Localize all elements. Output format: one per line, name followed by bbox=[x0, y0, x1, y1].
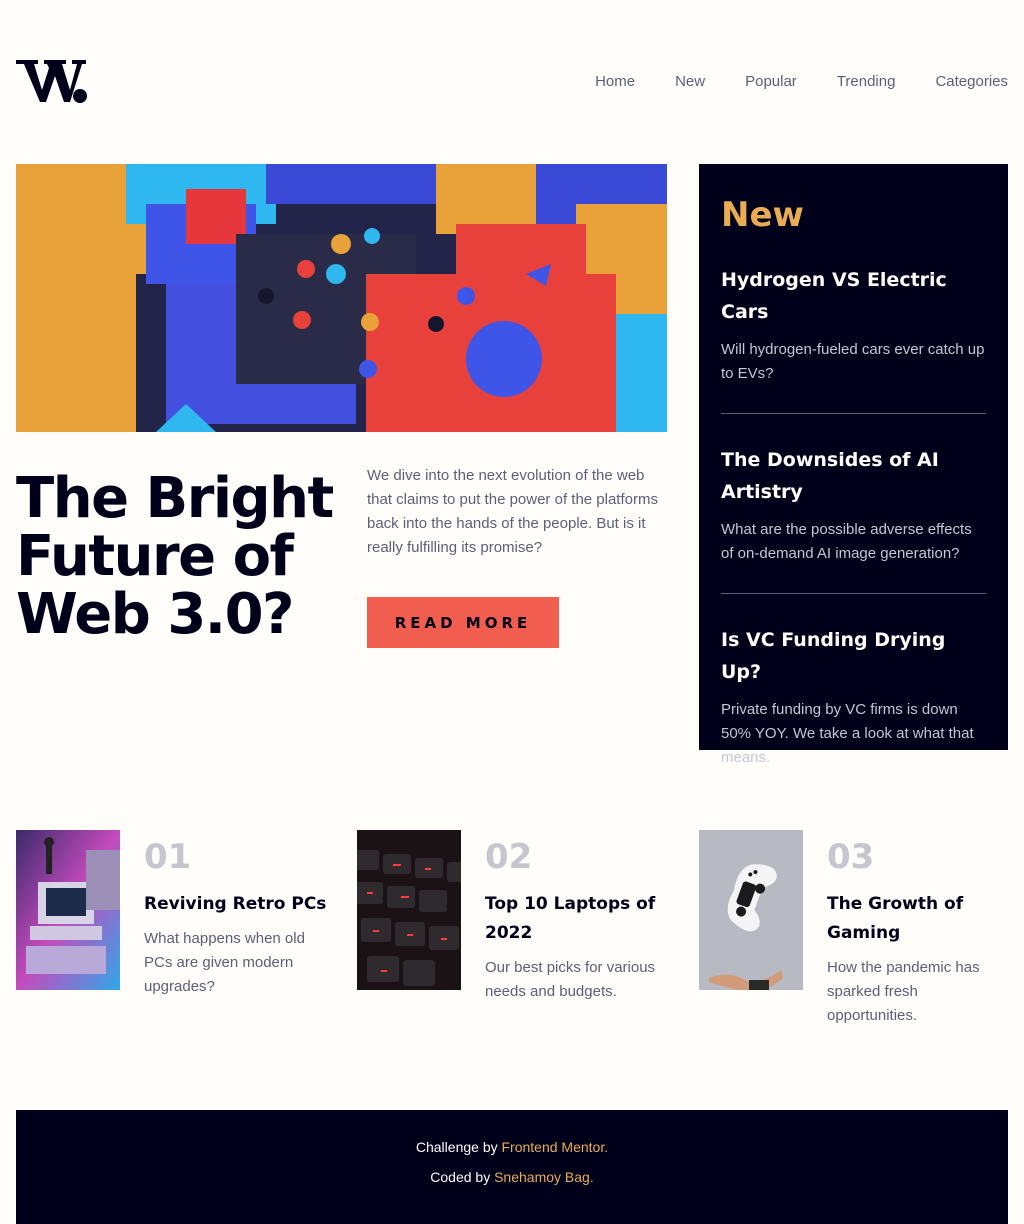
card-text: How the pandemic has sparked fresh oppor… bbox=[827, 959, 980, 1024]
card-number: 03 bbox=[827, 837, 875, 877]
frontend-mentor-link[interactable]: Frontend Mentor. bbox=[502, 1139, 609, 1155]
card-text: What happens when old PCs are given mode… bbox=[144, 930, 305, 995]
new-item-text: Will hydrogen-fueled cars ever catch up … bbox=[721, 341, 985, 382]
new-item: The Downsides of AI Artistry What are th… bbox=[721, 444, 986, 566]
card-number: 01 bbox=[144, 837, 192, 877]
new-item-title[interactable]: The Downsides of AI Artistry bbox=[721, 444, 986, 508]
hero-description: We dive into the next evolution of the w… bbox=[367, 467, 658, 556]
logo-mark-icon bbox=[16, 60, 87, 103]
new-panel: New Hydrogen VS Electric Cars Will hydro… bbox=[699, 164, 1008, 766]
article-card: 01 Reviving Retro PCs What happens when … bbox=[16, 830, 326, 1050]
hero-image bbox=[16, 164, 667, 432]
nav-trending[interactable]: Trending bbox=[837, 72, 896, 92]
new-item-text: Private funding by VC firms is down 50% … bbox=[721, 701, 974, 766]
read-more-button[interactable]: READ MORE bbox=[367, 597, 559, 648]
card-text: Our best picks for various needs and bud… bbox=[485, 959, 656, 1000]
article-card: 03 The Growth of Gaming How the pandemic… bbox=[699, 830, 1008, 1050]
card-number: 02 bbox=[485, 837, 533, 877]
divider bbox=[721, 593, 986, 594]
new-panel-heading: New bbox=[721, 195, 804, 235]
new-item-title[interactable]: Hydrogen VS Electric Cars bbox=[721, 264, 986, 328]
footer-attribution-challenge: Challenge by Frontend Mentor. bbox=[16, 1136, 1008, 1158]
logo[interactable] bbox=[16, 56, 88, 106]
new-item: Is VC Funding Drying Up? Private funding… bbox=[721, 624, 986, 770]
nav-categories[interactable]: Categories bbox=[935, 72, 1008, 92]
game-controller-image bbox=[699, 830, 803, 990]
card-body: 02 Top 10 Laptops of 2022 Our best picks… bbox=[485, 836, 670, 1004]
article-card: 02 Top 10 Laptops of 2022 Our best picks… bbox=[357, 830, 666, 1050]
author-link[interactable]: Snehamoy Bag. bbox=[494, 1169, 594, 1185]
card-title[interactable]: Top 10 Laptops of 2022 bbox=[485, 890, 670, 948]
footer-challenge-prefix: Challenge by bbox=[415, 1139, 502, 1155]
footer-attribution-coder: Coded by Snehamoy Bag. bbox=[16, 1166, 1008, 1188]
card-title[interactable]: Reviving Retro PCs bbox=[144, 890, 329, 919]
new-item: Hydrogen VS Electric Cars Will hydrogen-… bbox=[721, 264, 986, 386]
card-title[interactable]: The Growth of Gaming bbox=[827, 890, 1012, 948]
footer-coded-prefix: Coded by bbox=[430, 1169, 495, 1185]
retro-pc-image bbox=[16, 830, 120, 990]
card-body: 01 Reviving Retro PCs What happens when … bbox=[144, 836, 329, 999]
footer: Challenge by Frontend Mentor. Coded by S… bbox=[16, 1110, 1008, 1224]
main-nav: Home New Popular Trending Categories bbox=[555, 72, 1008, 92]
divider bbox=[721, 413, 986, 414]
new-item-text: What are the possible adverse effects of… bbox=[721, 521, 972, 562]
hero-title: The Bright Future of Web 3.0? bbox=[16, 466, 334, 647]
nav-new[interactable]: New bbox=[675, 72, 705, 92]
new-item-title[interactable]: Is VC Funding Drying Up? bbox=[721, 624, 986, 688]
laptop-keyboard-image bbox=[357, 830, 461, 990]
card-body: 03 The Growth of Gaming How the pandemic… bbox=[827, 836, 1012, 1028]
nav-popular[interactable]: Popular bbox=[745, 72, 797, 92]
nav-home[interactable]: Home bbox=[595, 72, 635, 92]
